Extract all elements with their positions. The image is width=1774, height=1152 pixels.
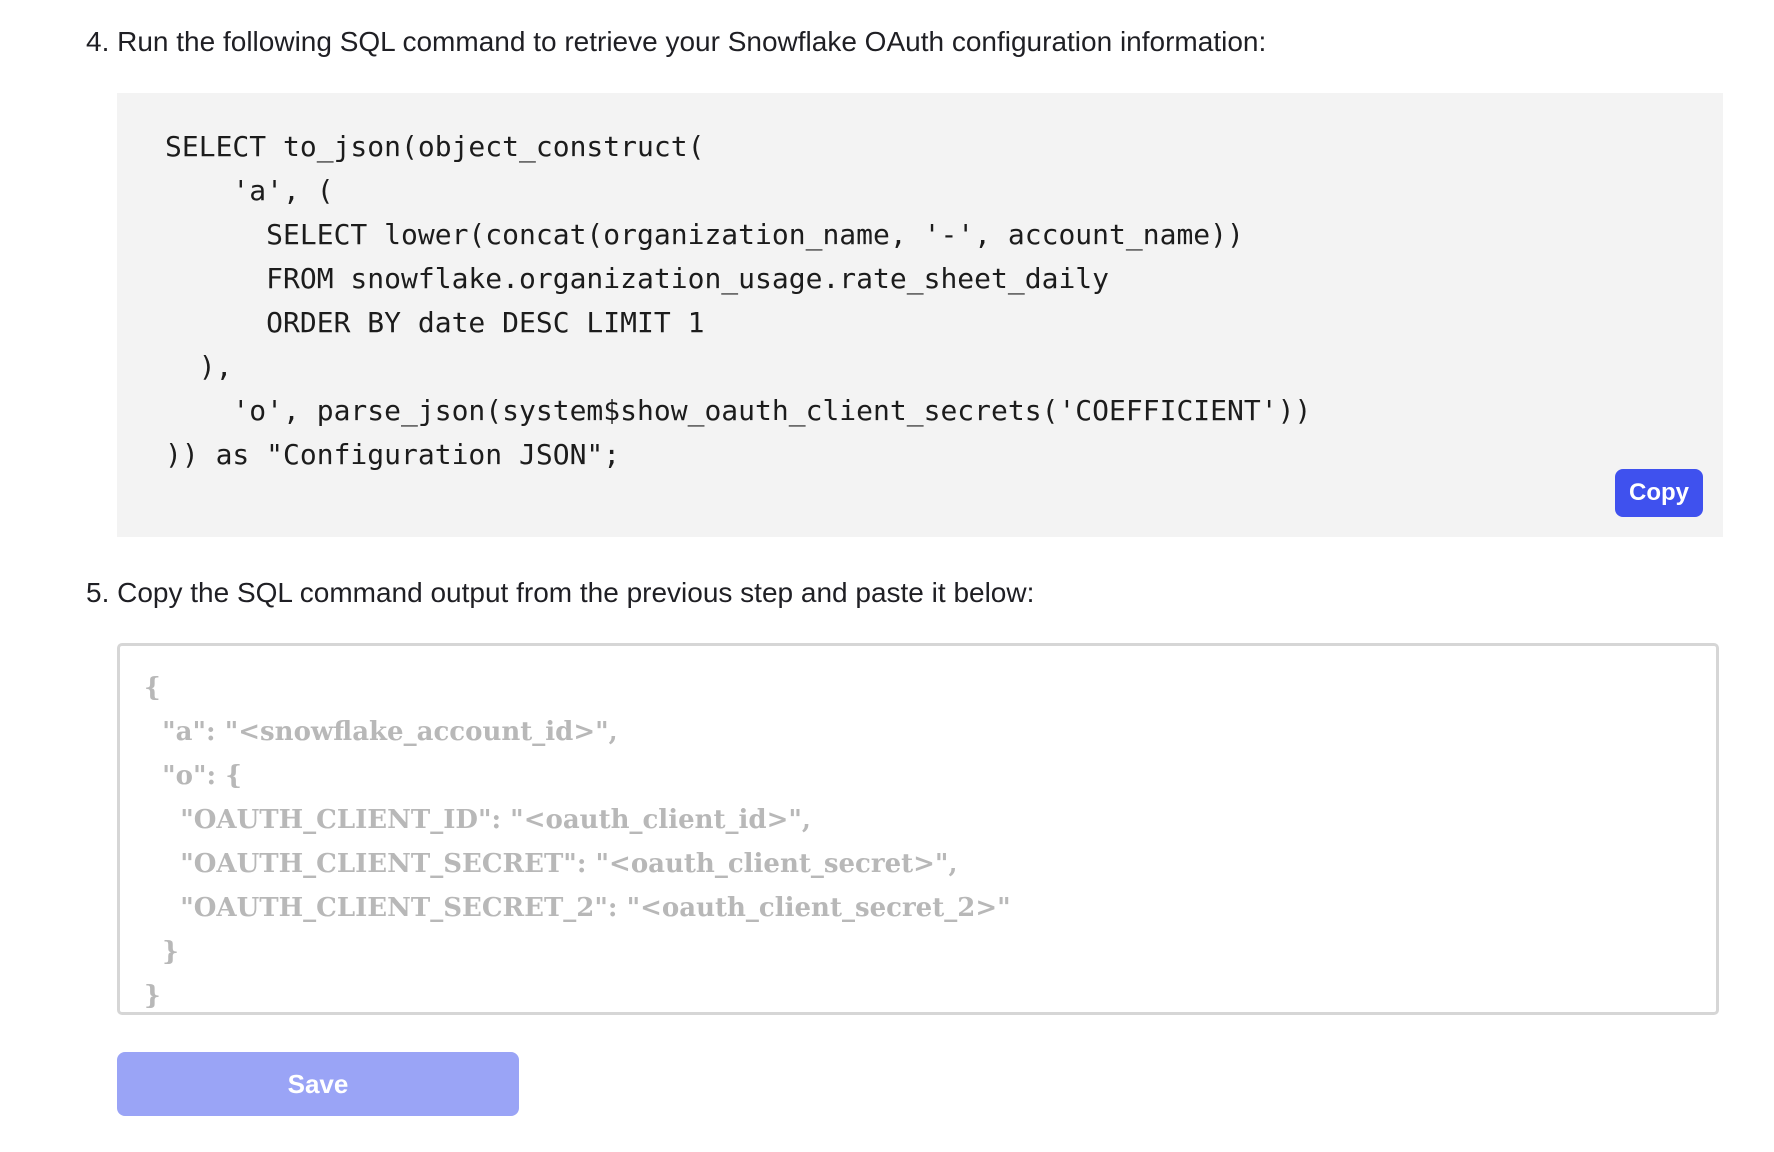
step-5-instruction: 5. Copy the SQL command output from the …: [86, 577, 1035, 608]
sql-code-block: SELECT to_json(object_construct( 'a', ( …: [117, 93, 1723, 537]
copy-button[interactable]: Copy: [1615, 469, 1703, 517]
sql-code: SELECT to_json(object_construct( 'a', ( …: [165, 130, 1312, 471]
save-button[interactable]: Save: [117, 1052, 519, 1116]
step-4-instruction: 4. Run the following SQL command to retr…: [86, 26, 1267, 57]
configuration-json-input[interactable]: [117, 643, 1719, 1015]
